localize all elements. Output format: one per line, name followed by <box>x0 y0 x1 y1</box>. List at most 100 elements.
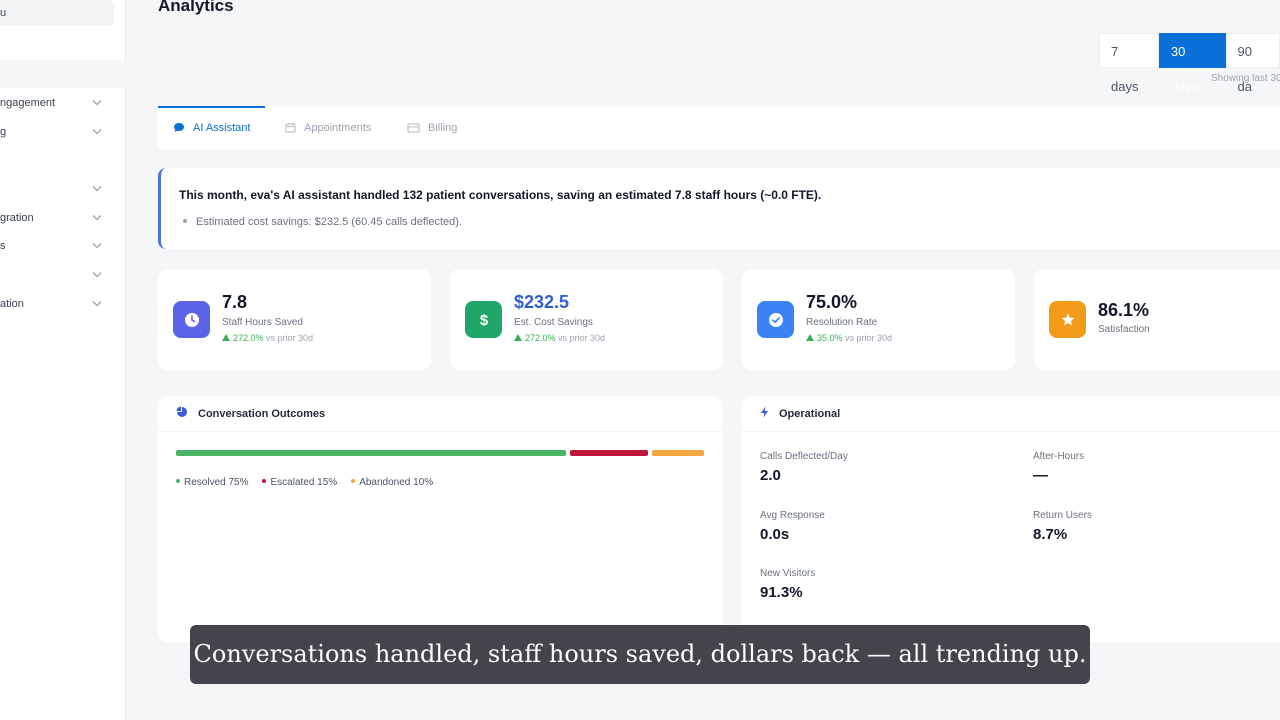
operational-panel: Operational Calls Deflected/Day 2.0 Afte… <box>742 396 1280 642</box>
chat-icon <box>173 122 185 133</box>
svg-text:$: $ <box>479 312 488 329</box>
kpi-card-staff-hours: 7.8 Staff Hours Saved 272.0% vs prior 30… <box>158 269 431 370</box>
metric-label: After-Hours <box>1033 451 1085 462</box>
kpi-value: 75.0% <box>806 292 858 312</box>
range-30-days-button[interactable]: 30 days <box>1158 33 1226 94</box>
metric-value: 8.7% <box>1033 526 1068 543</box>
kpi-trend: 272.0% vs prior 30d <box>222 333 313 343</box>
kpi-trend: 272.0% vs prior 30d <box>514 333 605 343</box>
summary-banner: This month, eva's AI assistant handled 1… <box>158 168 1280 249</box>
outcomes-legend: Resolved 75% Escalated 15% Abandoned 10% <box>176 477 433 488</box>
kpi-trend-pct: 272.0% <box>525 333 556 343</box>
sidebar-item-ation[interactable]: ation <box>0 294 110 314</box>
star-icon <box>1049 301 1086 338</box>
chevron-down-icon <box>92 265 102 278</box>
summary-headline: This month, eva's AI assistant handled 1… <box>179 188 822 202</box>
metric-return-users: Return Users 8.7% <box>1033 510 1092 543</box>
tab-billing[interactable]: Billing <box>392 106 472 149</box>
metric-label: New Visitors <box>760 568 816 579</box>
chevron-down-icon <box>92 179 102 192</box>
kpi-trend: 35.0% vs prior 30d <box>806 333 892 343</box>
sidebar-item-blank-2[interactable] <box>0 265 110 285</box>
calendar-icon <box>285 122 296 133</box>
kpi-trend-suffix: vs prior 30d <box>555 333 606 343</box>
panel-title: Operational <box>779 407 841 420</box>
trend-up-icon <box>222 334 230 341</box>
kpi-card-satisfaction: 86.1% Satisfaction <box>1034 269 1280 370</box>
metric-value: 91.3% <box>760 584 803 601</box>
legend-dot <box>176 479 180 484</box>
check-icon <box>757 301 794 338</box>
range-showing-text: Showing last 30 <box>1211 73 1280 84</box>
sidebar: u ngagement g gration s ation <box>0 0 126 720</box>
tab-appointments[interactable]: Appointments <box>270 106 386 149</box>
bar-segment-abandoned <box>652 450 704 456</box>
page-title: Analytics <box>158 0 234 15</box>
trend-up-icon <box>806 334 814 341</box>
chevron-down-icon <box>92 236 102 249</box>
metric-value: — <box>1033 467 1048 484</box>
outcomes-stacked-bar <box>176 450 704 456</box>
kpi-value: 86.1% <box>1098 300 1150 320</box>
legend-dot <box>351 479 356 484</box>
metric-value: 2.0 <box>760 467 781 484</box>
kpi-label: Resolution Rate <box>806 317 878 328</box>
outcomes-panel: Conversation Outcomes Resolved 75% Escal… <box>158 396 722 642</box>
kpi-label: Est. Cost Savings <box>514 317 593 328</box>
metric-after-hours: After-Hours — <box>1033 451 1084 484</box>
sidebar-item-top[interactable]: u <box>0 0 114 26</box>
tab-label: AI Assistant <box>193 121 251 134</box>
outcomes-panel-header: Conversation Outcomes <box>158 396 722 432</box>
metric-value: 0.0s <box>760 526 790 543</box>
range-90-days-button[interactable]: 90 da <box>1225 33 1280 94</box>
range-7-days-button[interactable]: 7 days <box>1099 33 1159 94</box>
bar-segment-resolved <box>176 450 566 456</box>
chevron-down-icon <box>92 208 102 221</box>
legend-dot <box>262 479 267 484</box>
tab-bar: AI Assistant Appointments Billing <box>158 106 1280 149</box>
sidebar-item-label: g <box>0 126 7 138</box>
metric-label: Calls Deflected/Day <box>760 451 848 462</box>
sidebar-item-s[interactable]: s <box>0 236 110 256</box>
panel-title: Conversation Outcomes <box>198 407 326 420</box>
kpi-label: Satisfaction <box>1098 324 1150 335</box>
legend-escalated: Escalated 15% <box>262 477 337 488</box>
sidebar-item-g[interactable]: g <box>0 122 110 142</box>
sidebar-item-label: u <box>0 7 7 19</box>
operational-panel-header: Operational <box>742 396 1280 432</box>
bullet-dot <box>183 219 187 224</box>
sidebar-item-label: ation <box>0 298 24 310</box>
date-range-selector: 7 days 30 days 90 da <box>1099 33 1280 94</box>
tab-label: Billing <box>428 121 458 134</box>
chevron-down-icon <box>92 122 102 135</box>
chevron-down-icon <box>92 294 102 307</box>
sidebar-item-label: s <box>0 240 6 252</box>
tab-ai-assistant[interactable]: AI Assistant <box>158 106 266 149</box>
sidebar-item-integration[interactable]: gration <box>0 208 110 228</box>
sidebar-item-label: gration <box>0 212 34 224</box>
metric-calls-deflected: Calls Deflected/Day 2.0 <box>760 451 848 484</box>
kpi-card-resolution-rate: 75.0% Resolution Rate 35.0% vs prior 30d <box>742 269 1015 370</box>
lightning-icon <box>760 406 769 421</box>
kpi-value: 7.8 <box>222 292 248 312</box>
sidebar-section-band <box>0 60 126 88</box>
sidebar-item-blank-1[interactable] <box>0 179 110 199</box>
kpi-value: $232.5 <box>514 292 570 312</box>
kpi-label: Staff Hours Saved <box>222 317 303 328</box>
clock-icon <box>173 301 210 338</box>
sidebar-item-label: ngagement <box>0 97 56 109</box>
legend-label: Resolved 75% <box>184 477 249 488</box>
metric-label: Return Users <box>1033 510 1092 521</box>
chevron-down-icon <box>92 93 102 106</box>
metric-new-visitors: New Visitors 91.3% <box>760 568 815 601</box>
legend-resolved: Resolved 75% <box>176 477 248 488</box>
kpi-trend-suffix: vs prior 30d <box>263 333 314 343</box>
summary-bullet-text: Estimated cost savings: $232.5 (60.45 ca… <box>196 216 462 228</box>
pie-chart-icon <box>176 406 188 421</box>
kpi-card-cost-savings: $ $232.5 Est. Cost Savings 272.0% vs pri… <box>450 269 723 370</box>
sidebar-item-engagement[interactable]: ngagement <box>0 93 110 113</box>
card-icon <box>407 122 420 133</box>
summary-bullet: Estimated cost savings: $232.5 (60.45 ca… <box>183 216 462 228</box>
metric-label: Avg Response <box>760 510 825 521</box>
legend-abandoned: Abandoned 10% <box>351 477 433 488</box>
